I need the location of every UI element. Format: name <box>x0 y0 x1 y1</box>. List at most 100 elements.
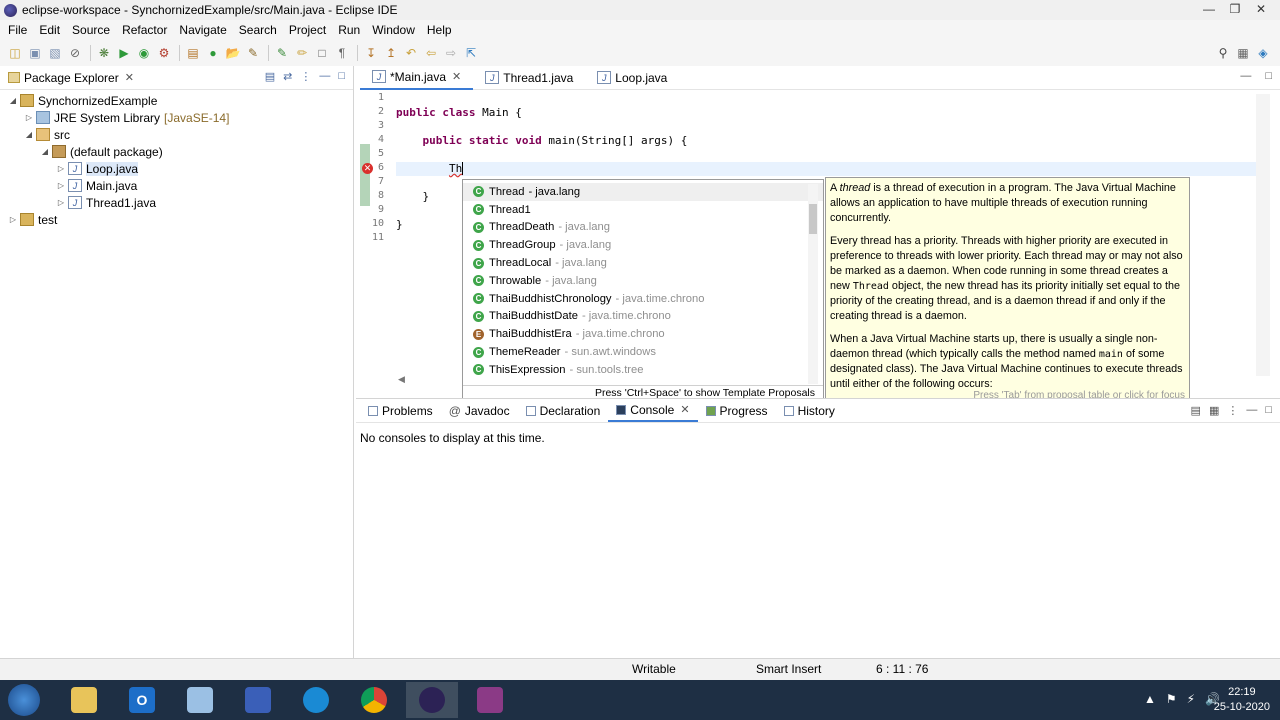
tree-item-loop-java[interactable]: ▷ J Loop.java <box>0 160 353 177</box>
taskbar-edge[interactable] <box>290 682 342 718</box>
chevron-down-icon[interactable]: ◢ <box>8 96 18 105</box>
save-all-icon[interactable]: ▧ <box>46 44 64 62</box>
menu-source[interactable]: Source <box>66 23 116 37</box>
view-menu-icon[interactable]: ⋮ <box>300 70 311 83</box>
debug-icon[interactable]: ❋ <box>95 44 113 62</box>
chevron-right-icon[interactable]: ▷ <box>56 164 66 173</box>
menu-search[interactable]: Search <box>233 23 283 37</box>
javadoc-hover[interactable]: A thread is a thread of execution in a p… <box>825 177 1190 404</box>
new-class-icon[interactable]: ● <box>204 44 222 62</box>
tree-item-project[interactable]: ◢ SynchornizedExample <box>0 92 353 109</box>
new-icon[interactable]: ◫ <box>6 44 24 62</box>
menu-refactor[interactable]: Refactor <box>116 23 173 37</box>
scrollbar-thumb[interactable] <box>809 204 817 234</box>
tree-item-test[interactable]: ▷ test <box>0 211 353 228</box>
proposal-item[interactable]: E ThaiBuddhistEra - java.time.chrono <box>463 325 823 343</box>
new-java-project-icon[interactable]: ▤ <box>184 44 202 62</box>
maximize-view-icon[interactable]: □ <box>1265 70 1272 82</box>
collapse-all-icon[interactable]: ▤ <box>265 70 275 83</box>
menu-help[interactable]: Help <box>421 23 458 37</box>
taskbar-clock[interactable]: 22:19 25-10-2020 <box>1214 685 1270 715</box>
chevron-down-icon[interactable]: ◢ <box>40 147 50 156</box>
menu-project[interactable]: Project <box>283 23 332 37</box>
open-console-icon[interactable]: ▦ <box>1209 404 1219 417</box>
minimize-button[interactable]: — <box>1196 0 1222 18</box>
chevron-right-icon[interactable]: ▷ <box>56 181 66 190</box>
menu-navigate[interactable]: Navigate <box>173 23 232 37</box>
proposal-item[interactable]: C ThaiBuddhistDate - java.time.chrono <box>463 308 823 326</box>
tab-console[interactable]: Console ✕ <box>608 400 698 422</box>
close-button[interactable]: ✕ <box>1248 0 1274 18</box>
tab-problems[interactable]: Problems <box>360 400 441 422</box>
search-icon[interactable]: ⚲ <box>1214 44 1232 62</box>
proposal-scrollbar[interactable] <box>808 184 818 384</box>
minimize-view-icon[interactable]: — <box>319 70 330 83</box>
start-button[interactable] <box>8 684 40 716</box>
proposal-item[interactable]: C ThreadGroup - java.lang <box>463 236 823 254</box>
taskbar-teams[interactable] <box>464 682 516 718</box>
save-icon[interactable]: ▣ <box>26 44 44 62</box>
tab-thread1-java[interactable]: J Thread1.java <box>473 66 585 90</box>
close-icon[interactable]: ✕ <box>125 71 134 84</box>
power-icon[interactable]: ⚡ <box>1187 692 1195 706</box>
editor-vertical-scrollbar[interactable] <box>1256 94 1270 376</box>
proposal-item[interactable]: C ThisExpression - sun.tools.tree <box>463 361 823 379</box>
tab-progress[interactable]: Progress <box>698 400 776 422</box>
maximize-view-icon[interactable]: □ <box>1265 404 1272 417</box>
minimize-view-icon[interactable]: — <box>1246 404 1257 417</box>
block-selection-icon[interactable]: □ <box>313 44 331 62</box>
menu-file[interactable]: File <box>2 23 33 37</box>
link-with-editor-icon[interactable]: ⇄ <box>283 70 292 83</box>
proposal-item[interactable]: C ThaiBuddhistChronology - java.time.chr… <box>463 290 823 308</box>
network-icon[interactable]: ▲ <box>1144 692 1156 706</box>
tab-history[interactable]: History <box>776 400 843 422</box>
chevron-right-icon[interactable]: ▷ <box>56 198 66 207</box>
taskbar-computer[interactable] <box>232 682 284 718</box>
proposal-item[interactable]: C Throwable - java.lang <box>463 272 823 290</box>
last-edit-icon[interactable]: ↶ <box>402 44 420 62</box>
taskbar-explorer[interactable] <box>58 682 110 718</box>
menu-window[interactable]: Window <box>366 23 421 37</box>
menu-run[interactable]: Run <box>332 23 366 37</box>
coverage-icon[interactable]: ◉ <box>135 44 153 62</box>
taskbar-notepad[interactable] <box>174 682 226 718</box>
proposal-item[interactable]: C Thread1 <box>463 201 823 219</box>
close-icon[interactable]: ✕ <box>452 70 461 83</box>
proposal-item[interactable]: C ThreadDeath - java.lang <box>463 219 823 237</box>
back-icon[interactable]: ⇦ <box>422 44 440 62</box>
taskbar-chrome[interactable] <box>348 682 400 718</box>
taskbar-eclipse[interactable] <box>406 682 458 718</box>
open-type-icon[interactable]: 📂 <box>224 44 242 62</box>
toggle-mark-occurrences-icon[interactable]: ✎ <box>273 44 291 62</box>
close-icon[interactable]: ✕ <box>680 403 689 416</box>
chevron-down-icon[interactable]: ◢ <box>24 130 34 139</box>
menu-edit[interactable]: Edit <box>33 23 66 37</box>
tree-item-main-java[interactable]: ▷ J Main.java <box>0 177 353 194</box>
tab-loop-java[interactable]: J Loop.java <box>585 66 679 90</box>
flag-icon[interactable]: ⚑ <box>1166 692 1177 706</box>
view-menu-icon[interactable]: ⋮ <box>1227 404 1238 417</box>
next-annotation-icon[interactable]: ↧ <box>362 44 380 62</box>
pin-editor-icon[interactable]: ⇱ <box>462 44 480 62</box>
toggle-highlight-icon[interactable]: ✏ <box>293 44 311 62</box>
tab-main-java[interactable]: J *Main.java ✕ <box>360 65 474 90</box>
open-perspective-icon[interactable]: ▦ <box>1234 44 1252 62</box>
chevron-right-icon[interactable]: ▷ <box>24 113 34 122</box>
maximize-view-icon[interactable]: □ <box>338 70 345 83</box>
tree-item-default-package[interactable]: ◢ (default package) <box>0 143 353 160</box>
taskbar-outlook[interactable]: O <box>116 682 168 718</box>
forward-icon[interactable]: ⇨ <box>442 44 460 62</box>
minimize-view-icon[interactable]: — <box>1240 70 1251 82</box>
proposal-item[interactable]: C ThreadLocal - java.lang <box>463 254 823 272</box>
tab-declaration[interactable]: Declaration <box>518 400 609 422</box>
search-tool-icon[interactable]: ✎ <box>244 44 262 62</box>
tab-javadoc[interactable]: @ Javadoc <box>441 400 518 422</box>
show-whitespace-icon[interactable]: ¶ <box>333 44 351 62</box>
chevron-right-icon[interactable]: ▷ <box>8 215 18 224</box>
tree-item-thread1-java[interactable]: ▷ J Thread1.java <box>0 194 353 211</box>
maximize-button[interactable]: ❐ <box>1222 0 1248 18</box>
java-perspective-icon[interactable]: ◈ <box>1254 44 1272 62</box>
previous-annotation-icon[interactable]: ↥ <box>382 44 400 62</box>
proposal-item[interactable]: C Thread - java.lang <box>463 183 823 201</box>
external-tools-icon[interactable]: ⚙ <box>155 44 173 62</box>
